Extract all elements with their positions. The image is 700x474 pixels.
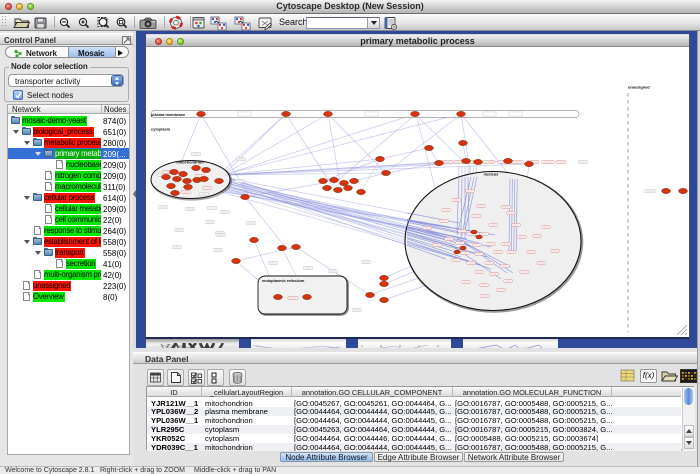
svg-text:endoplasmic reticulum: endoplasmic reticulum	[262, 278, 305, 283]
svg-text:cytoplasm: cytoplasm	[151, 127, 171, 132]
svg-text:nucleus: nucleus	[484, 172, 499, 177]
svg-text:unassigned: unassigned	[628, 85, 650, 90]
svg-text:mitochondrion: mitochondrion	[176, 160, 204, 165]
svg-text:plasma membrane: plasma membrane	[151, 112, 186, 117]
